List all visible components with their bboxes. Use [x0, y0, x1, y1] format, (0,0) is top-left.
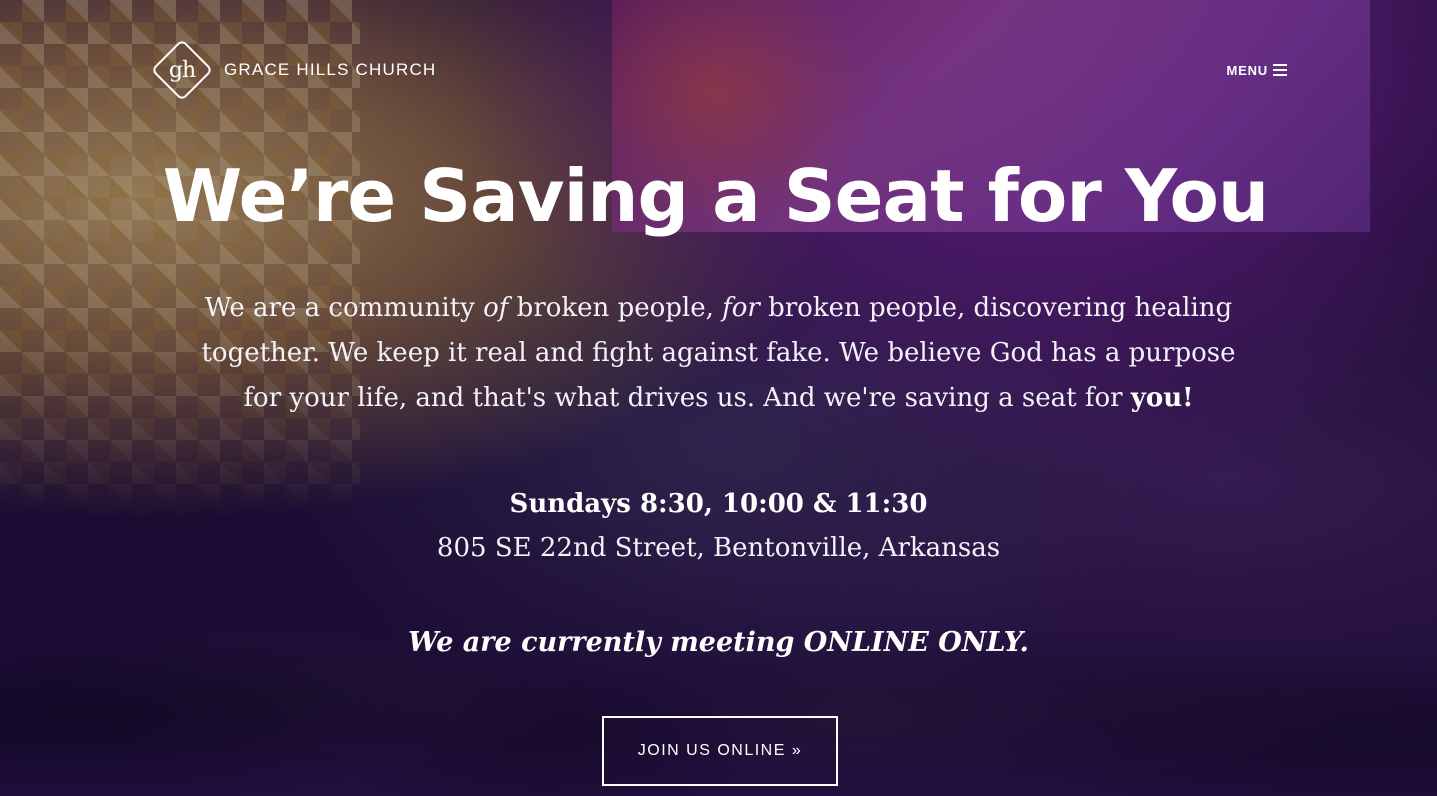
intro-emphasis-for: for: [722, 293, 760, 323]
logo-initials: gh: [168, 57, 196, 83]
site-header: gh GRACE HILLS CHURCH MENU: [150, 38, 1287, 102]
menu-button[interactable]: MENU: [1227, 63, 1287, 78]
intro-part-1: We are a community: [204, 293, 484, 323]
church-address: 805 SE 22nd Street, Bentonville, Arkansa…: [436, 533, 1001, 563]
hero-content: We’re Saving a Seat for You We are a com…: [0, 150, 1437, 661]
intro-emphasis-you: you!: [1130, 383, 1194, 413]
brand-link[interactable]: gh GRACE HILLS CHURCH: [150, 38, 436, 102]
hero-headline: We’re Saving a Seat for You: [162, 154, 1269, 238]
hero-intro-text: We are a community of broken people, for…: [189, 286, 1249, 421]
online-only-notice: We are currently meeting ONLINE ONLY.: [408, 627, 1029, 658]
join-online-button[interactable]: JOIN US ONLINE »: [602, 716, 838, 786]
logo-icon: gh: [150, 38, 214, 102]
service-times: Sundays 8:30, 10:00 & 11:30: [509, 489, 928, 519]
site-name: GRACE HILLS CHURCH: [224, 60, 437, 79]
intro-emphasis-of: of: [483, 293, 509, 323]
hamburger-icon: [1273, 64, 1287, 76]
menu-label: MENU: [1226, 62, 1268, 78]
intro-part-2: broken people,: [508, 293, 723, 323]
